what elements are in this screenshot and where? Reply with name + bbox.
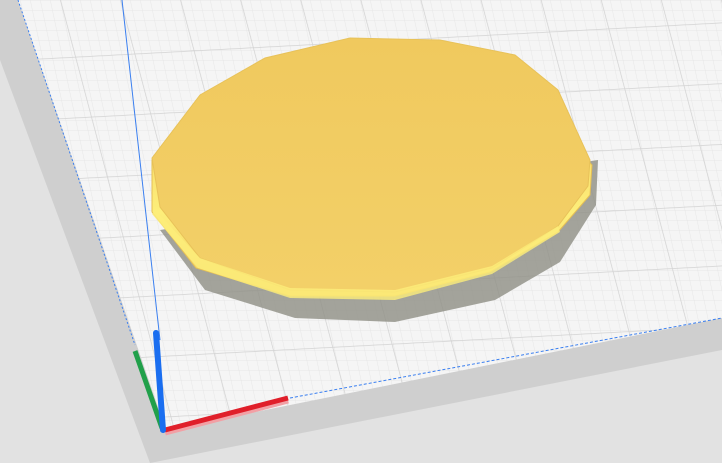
3d-viewport[interactable] [0, 0, 722, 463]
scene[interactable] [0, 0, 722, 463]
